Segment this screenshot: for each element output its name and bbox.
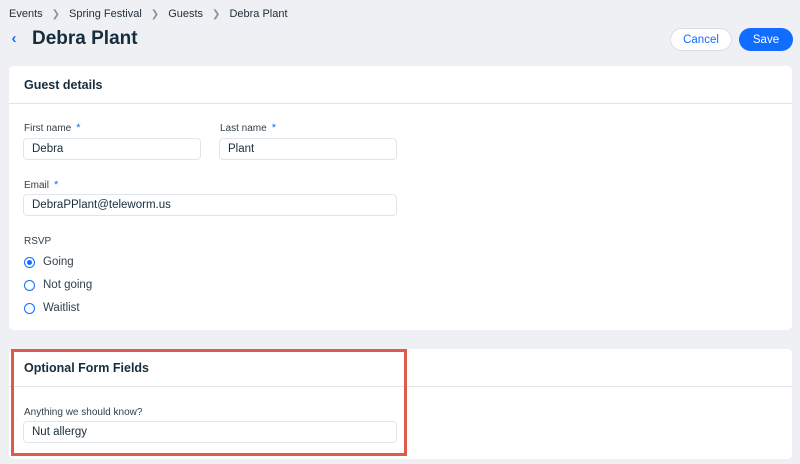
breadcrumb-events[interactable]: Events [9, 8, 43, 20]
rsvp-option-label: Going [43, 256, 74, 268]
rsvp-label: RSVP [24, 236, 52, 247]
rsvp-option-label: Waitlist [43, 302, 80, 314]
breadcrumb-spring-festival[interactable]: Spring Festival [69, 8, 142, 20]
email-label: Email * [24, 179, 58, 191]
breadcrumb: Events ❯ Spring Festival ❯ Guests ❯ Debr… [9, 8, 288, 20]
anything-we-should-know-field[interactable]: Nut allergy [23, 421, 397, 443]
radio-button[interactable] [24, 302, 35, 314]
email-label-text: Email [24, 180, 50, 191]
chevron-right-icon: ❯ [212, 8, 221, 20]
chevron-right-icon: ❯ [150, 8, 160, 20]
back-arrow-icon[interactable]: ‹ [6, 30, 22, 48]
last-name-field[interactable]: Plant [219, 138, 397, 160]
cancel-button[interactable]: Cancel [670, 28, 732, 51]
optional-form-fields-heading: Optional Form Fields [9, 349, 792, 387]
required-marker: * [54, 179, 59, 191]
breadcrumb-guests[interactable]: Guests [168, 8, 203, 20]
optional-form-fields-card: Optional Form Fields Anything we should … [9, 349, 792, 459]
guest-details-card: Guest details First name * Debra Last nam… [9, 66, 792, 330]
rsvp-option-not-going[interactable]: Not going [24, 279, 92, 291]
last-name-label: Last name * [220, 122, 276, 134]
breadcrumb-current: Debra Plant [229, 8, 288, 20]
rsvp-option-label: Not going [43, 279, 93, 291]
first-name-label-text: First name [24, 123, 72, 134]
anything-we-should-know-label: Anything we should know? [24, 407, 143, 418]
page-title: Debra Plant [32, 28, 138, 49]
radio-button[interactable] [24, 279, 35, 291]
required-marker: * [76, 122, 81, 134]
first-name-field[interactable]: Debra [23, 138, 201, 160]
email-field[interactable]: DebraPPlant@teleworm.us [23, 194, 397, 216]
first-name-label: First name * [24, 122, 81, 134]
radio-button-checked[interactable] [24, 256, 35, 268]
rsvp-option-going[interactable]: Going [24, 256, 74, 268]
save-button[interactable]: Save [739, 28, 793, 51]
required-marker: * [271, 122, 276, 134]
rsvp-option-waitlist[interactable]: Waitlist [24, 302, 80, 314]
last-name-label-text: Last name [220, 123, 267, 134]
chevron-right-icon: ❯ [51, 8, 61, 20]
guest-details-heading: Guest details [9, 66, 792, 104]
